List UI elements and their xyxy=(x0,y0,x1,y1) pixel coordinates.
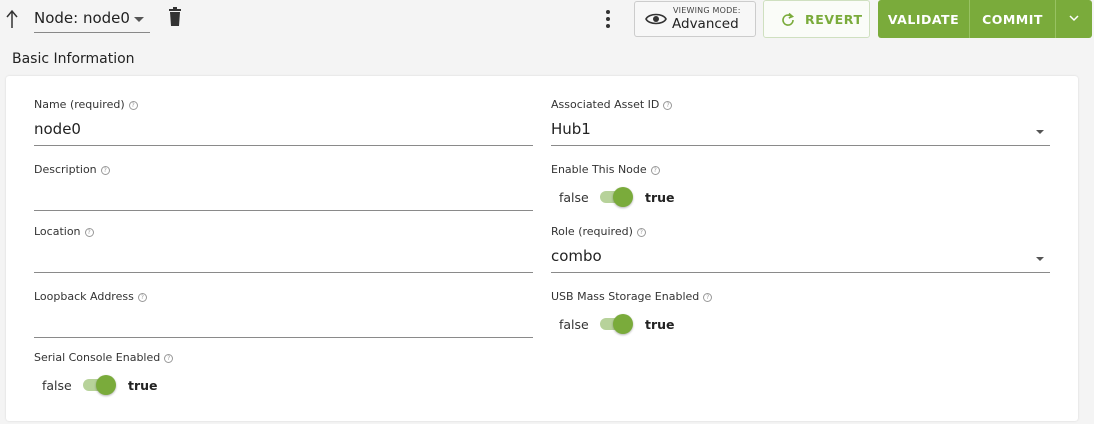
name-field[interactable]: Name (required)? node0 xyxy=(34,98,533,146)
basic-information-card: Name (required)? node0 Description? Loca… xyxy=(6,76,1078,421)
chevron-down-icon[interactable] xyxy=(1036,257,1044,261)
help-icon[interactable]: ? xyxy=(137,293,147,302)
chevron-down-icon[interactable] xyxy=(1036,130,1044,134)
revert-button[interactable]: REVERT xyxy=(763,0,870,38)
help-icon[interactable]: ? xyxy=(636,228,646,237)
location-label: Location? xyxy=(34,225,94,238)
toggle-false-label: false xyxy=(559,189,589,205)
node-selector[interactable]: Node: node0 xyxy=(34,3,150,33)
loopback-address-label: Loopback Address? xyxy=(34,290,147,303)
help-icon[interactable]: ? xyxy=(164,354,174,363)
chevron-down-icon xyxy=(134,17,144,22)
enable-node-toggle[interactable] xyxy=(599,187,633,207)
commit-button[interactable]: COMMIT xyxy=(970,0,1056,38)
usb-storage-toggle[interactable] xyxy=(599,314,633,334)
usb-storage-toggle-row: false true xyxy=(559,314,675,334)
location-field[interactable]: Location? xyxy=(34,225,533,273)
toggle-true-label: true xyxy=(645,316,675,332)
enable-node-label: Enable This Node? xyxy=(551,163,660,176)
serial-console-field: Serial Console Enabled? false true xyxy=(34,351,533,399)
description-field[interactable]: Description? xyxy=(34,163,533,211)
usb-storage-field: USB Mass Storage Enabled? false true xyxy=(551,290,1050,338)
role-field[interactable]: Role (required)? combo xyxy=(551,225,1050,273)
chevron-down-icon xyxy=(1069,15,1079,22)
toggle-true-label: true xyxy=(645,189,675,205)
help-icon[interactable]: ? xyxy=(663,101,673,110)
revert-label: REVERT xyxy=(805,12,863,27)
delete-icon[interactable] xyxy=(166,7,184,27)
action-button-group: VALIDATE COMMIT xyxy=(878,0,1092,38)
help-icon[interactable]: ? xyxy=(84,228,94,237)
viewing-mode-button[interactable]: VIEWING MODE: Advanced xyxy=(634,1,756,37)
viewing-mode-caption: VIEWING MODE: xyxy=(673,6,741,15)
validate-button[interactable]: VALIDATE xyxy=(878,0,970,38)
help-icon[interactable]: ? xyxy=(100,166,110,175)
usb-storage-label: USB Mass Storage Enabled? xyxy=(551,290,713,303)
asset-id-label: Associated Asset ID? xyxy=(551,98,673,111)
role-select[interactable]: combo xyxy=(551,247,602,265)
enable-node-field: Enable This Node? false true xyxy=(551,163,1050,211)
asset-id-select[interactable]: Hub1 xyxy=(551,120,591,138)
help-icon[interactable]: ? xyxy=(650,166,660,175)
asset-id-field[interactable]: Associated Asset ID? Hub1 xyxy=(551,98,1050,146)
section-title: Basic Information xyxy=(12,51,135,67)
description-label: Description? xyxy=(34,163,110,176)
serial-console-toggle[interactable] xyxy=(82,375,116,395)
serial-console-toggle-row: false true xyxy=(42,375,158,395)
toolbar: Node: node0 VIEWING MODE: Advanced REVER… xyxy=(0,0,1094,40)
help-icon[interactable]: ? xyxy=(128,101,138,110)
viewing-mode-value: Advanced xyxy=(672,16,739,32)
name-input[interactable]: node0 xyxy=(34,120,81,138)
enable-node-toggle-row: false true xyxy=(559,187,675,207)
toggle-false-label: false xyxy=(559,316,589,332)
eye-icon xyxy=(645,13,667,25)
node-selector-label: Node: node0 xyxy=(34,8,130,27)
toggle-false-label: false xyxy=(42,377,72,393)
navigate-up-icon[interactable] xyxy=(4,6,20,32)
toggle-true-label: true xyxy=(128,377,158,393)
loopback-address-field[interactable]: Loopback Address? xyxy=(34,290,533,338)
more-options-icon[interactable] xyxy=(602,8,614,30)
name-label: Name (required)? xyxy=(34,98,138,111)
refresh-icon xyxy=(782,12,795,26)
commit-options-button[interactable] xyxy=(1056,0,1092,38)
help-icon[interactable]: ? xyxy=(703,293,713,302)
serial-console-label: Serial Console Enabled? xyxy=(34,351,174,364)
role-label: Role (required)? xyxy=(551,225,646,238)
